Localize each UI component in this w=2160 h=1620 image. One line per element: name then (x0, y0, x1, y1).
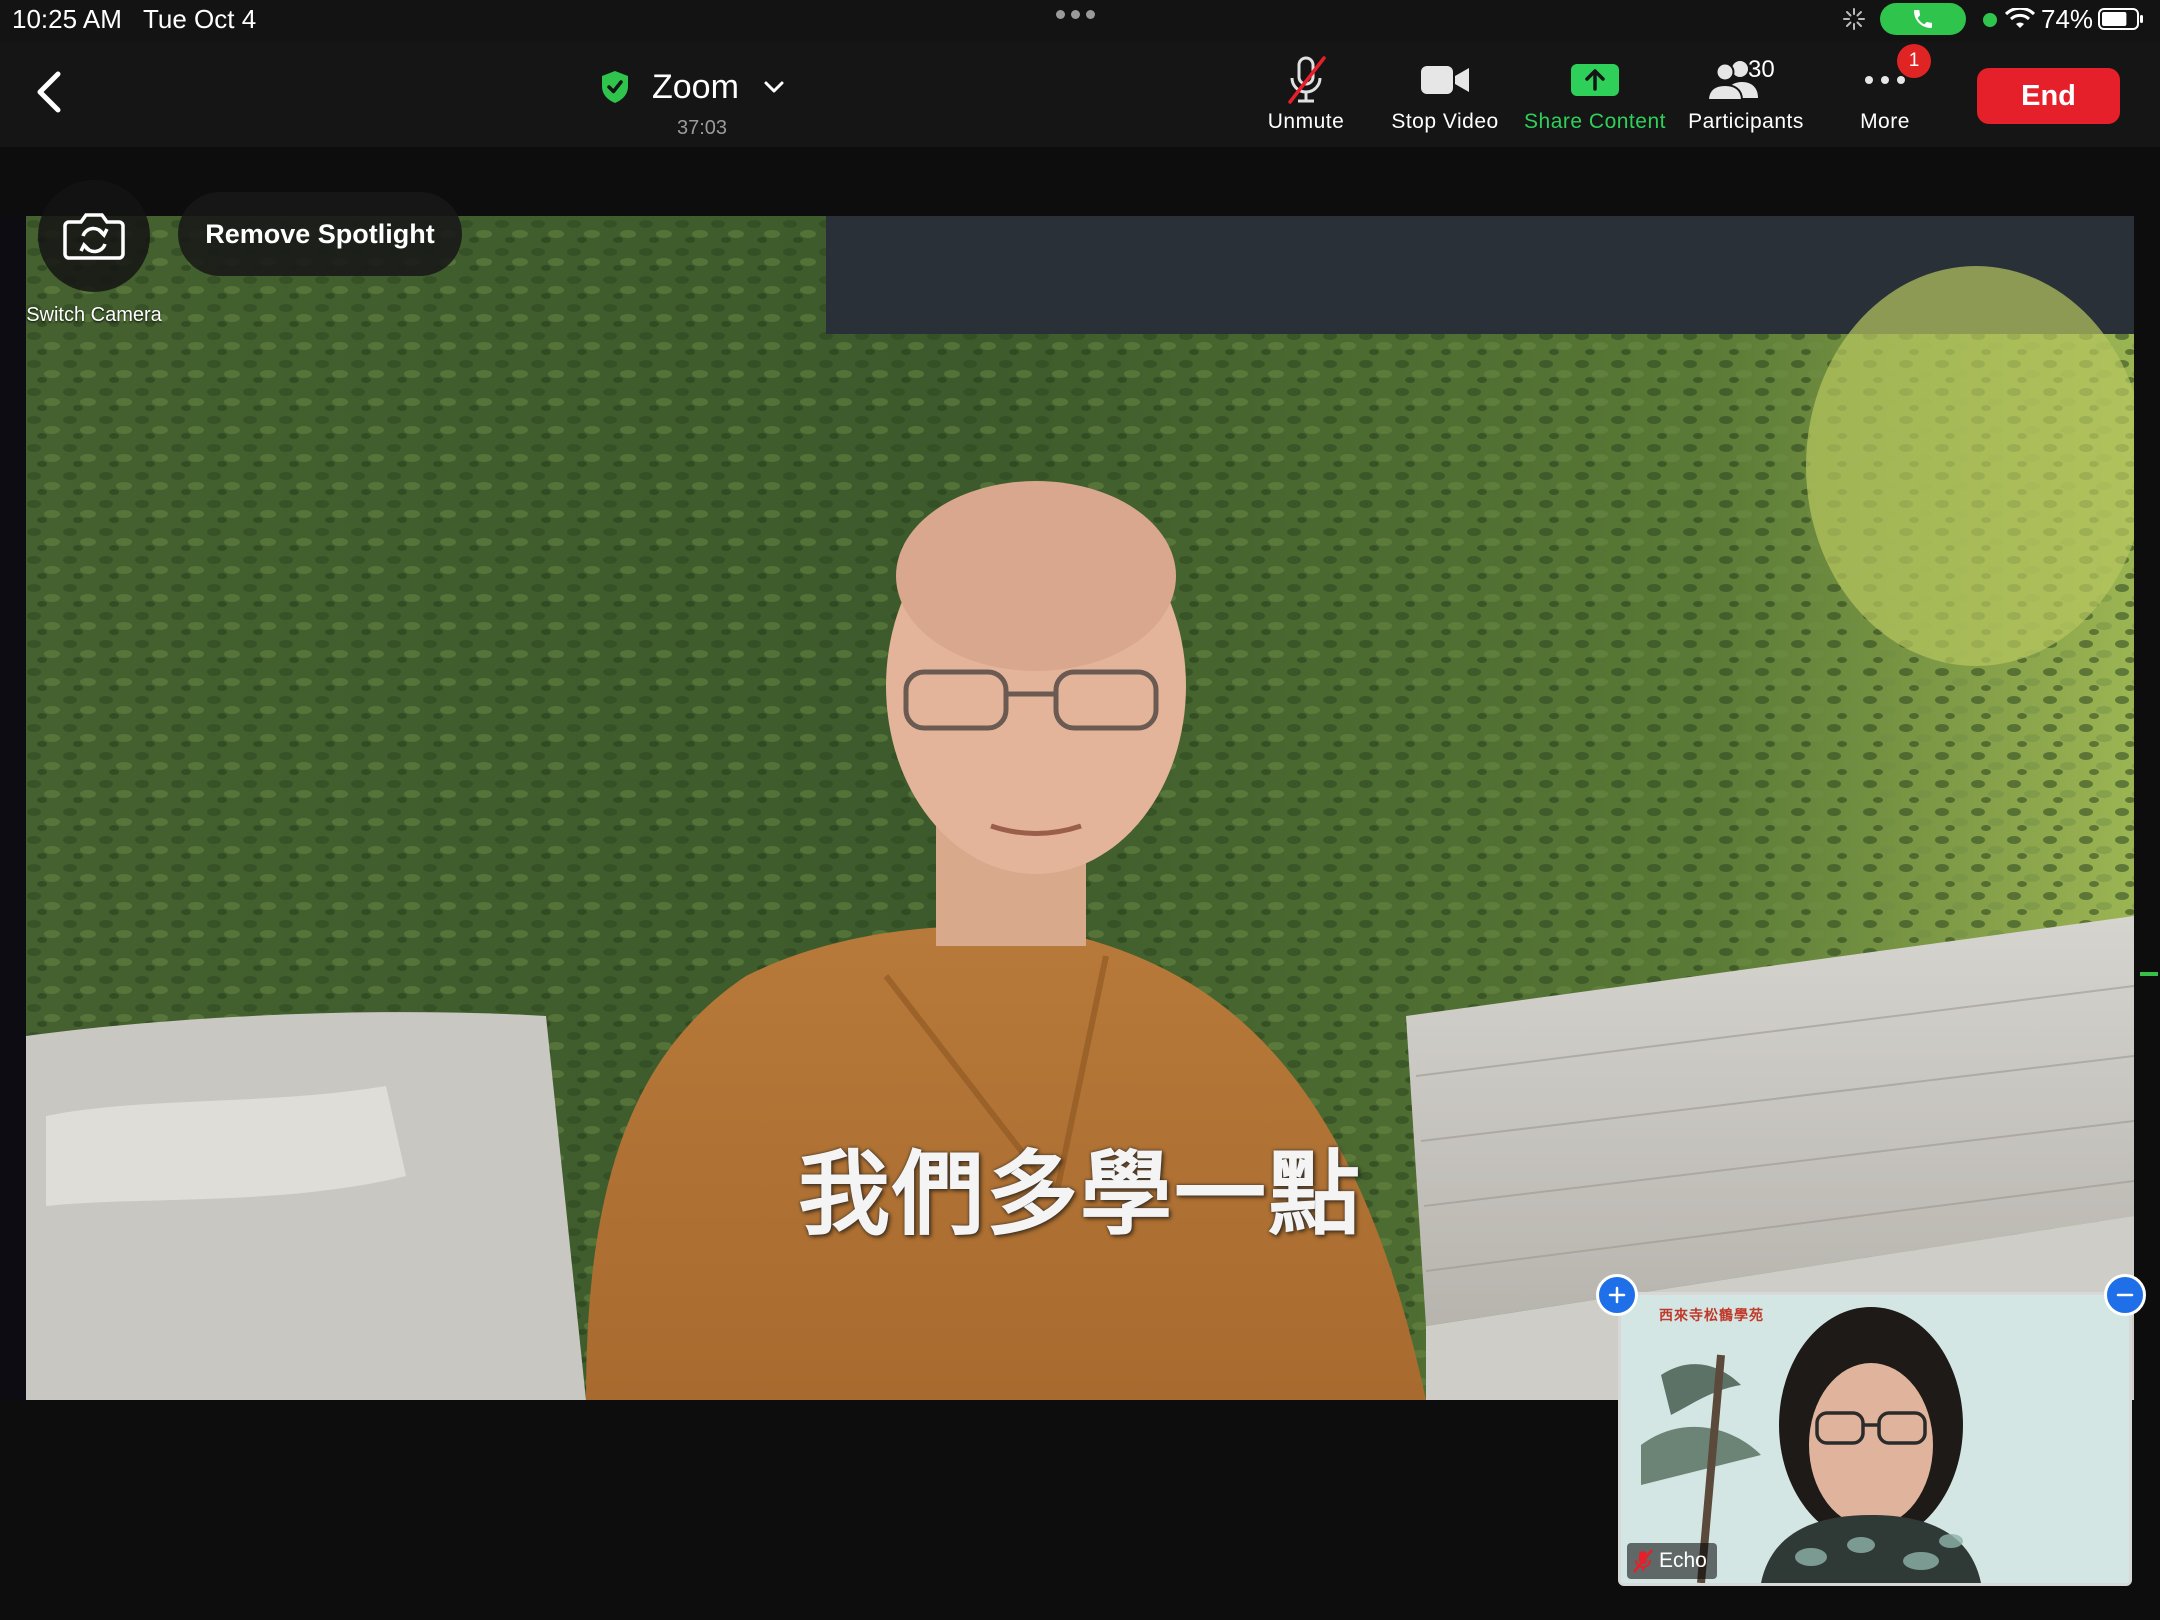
participants-button[interactable]: 30 Participants (1682, 50, 1810, 140)
meeting-title-dropdown[interactable]: Zoom (600, 62, 785, 112)
self-view-banner-text: 西來寺松鶴學苑 (1659, 1307, 1764, 1323)
minimize-self-view-button[interactable] (2104, 1274, 2146, 1316)
expand-self-view-button[interactable] (1596, 1274, 1638, 1316)
switch-camera-button[interactable] (38, 180, 150, 292)
minus-icon (2116, 1293, 2134, 1297)
share-content-button[interactable]: Share Content (1520, 50, 1670, 140)
share-content-label: Share Content (1524, 110, 1666, 133)
drag-edge-indicator (2140, 972, 2158, 976)
video-subtitle: 我們多學一點 (797, 1144, 1362, 1246)
mic-in-use-indicator (1983, 13, 1997, 27)
video-camera-icon (1421, 66, 1469, 94)
self-name-tag: Echo (1627, 1543, 1717, 1579)
status-date: Tue Oct 4 (143, 4, 257, 34)
self-name: Echo (1659, 1549, 1707, 1572)
back-chevron-icon[interactable] (28, 62, 72, 122)
wifi-icon (2005, 8, 2035, 28)
battery-icon (2098, 8, 2143, 30)
muted-mic-icon (1288, 56, 1326, 104)
end-meeting-button[interactable]: End (1977, 68, 2120, 124)
activity-spinner-icon (1843, 8, 1865, 30)
unmute-button[interactable]: Unmute (1256, 50, 1356, 140)
active-call-pill[interactable] (1880, 3, 1966, 35)
chevron-down-icon (764, 81, 784, 93)
remove-spotlight-button[interactable]: Remove Spotlight (178, 192, 462, 276)
switch-camera-label: Switch Camera (26, 304, 162, 326)
participants-label: Participants (1688, 110, 1804, 133)
switch-camera-icon (63, 213, 125, 260)
meeting-title: Zoom (652, 67, 739, 106)
multitasking-dots-icon[interactable] (1056, 10, 1095, 19)
more-notification-badge: 1 (1897, 44, 1931, 78)
meeting-toolbar: Zoom 37:03 Unmute Stop Video Share Conte… (0, 42, 2160, 147)
muted-mic-icon (1633, 1549, 1653, 1573)
status-bar: 10:25 AM Tue Oct 4 74% (0, 0, 2160, 42)
stop-video-button[interactable]: Stop Video (1386, 50, 1504, 140)
share-arrow-icon (1571, 64, 1619, 96)
more-label: More (1860, 110, 1910, 133)
unmute-label: Unmute (1267, 110, 1345, 133)
more-button[interactable]: 1 More (1850, 44, 1931, 140)
battery-percent: 74% (2041, 4, 2094, 34)
self-view-tile[interactable]: 西來寺松鶴學苑 Echo (1618, 1292, 2132, 1586)
shield-check-icon (602, 71, 628, 103)
status-time: 10:25 AM (12, 4, 122, 34)
stop-video-label: Stop Video (1391, 110, 1499, 133)
self-video-image (1621, 1295, 2129, 1583)
meeting-elapsed-time: 37:03 (676, 117, 728, 139)
plus-icon (1608, 1286, 1626, 1304)
phone-icon (1914, 10, 1932, 28)
more-dots-icon (1865, 76, 1905, 84)
participants-count: 30 (1748, 56, 1775, 83)
